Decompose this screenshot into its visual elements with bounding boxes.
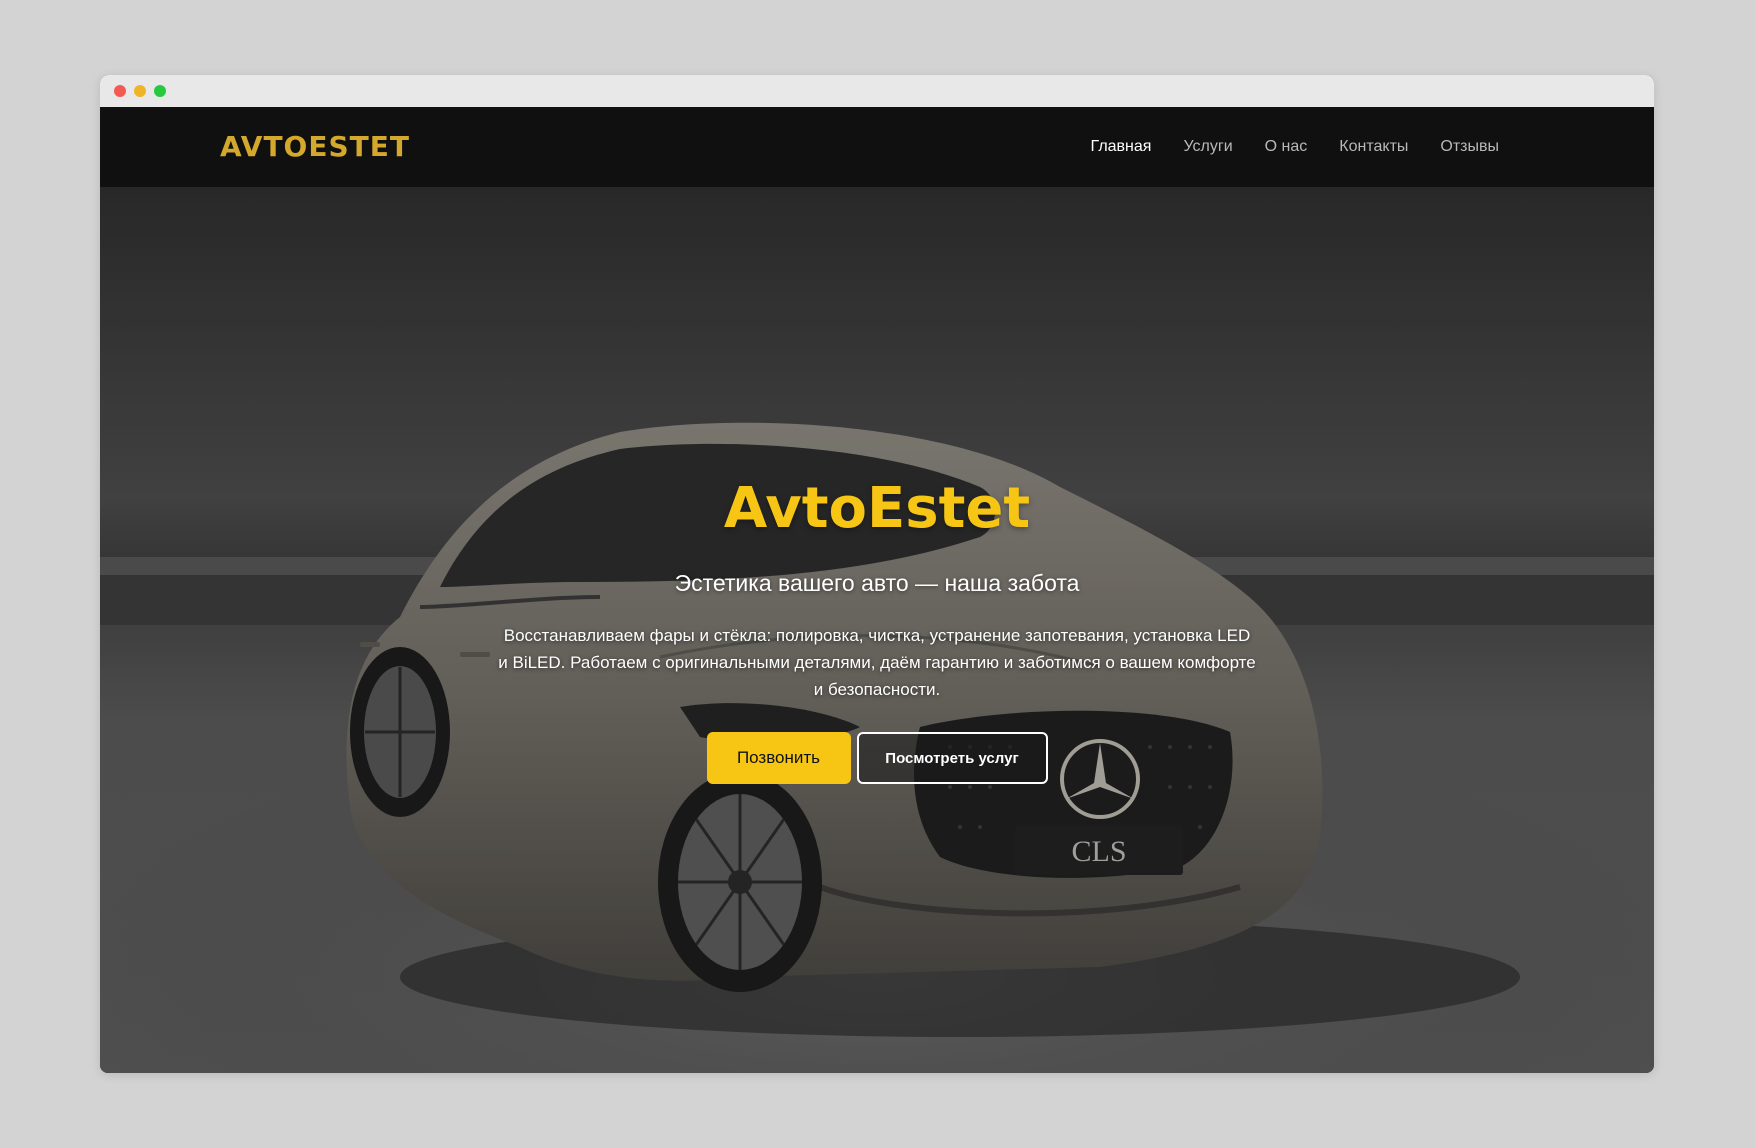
site-logo[interactable]: AVTOESTET bbox=[220, 127, 410, 167]
hero-subtitle: Эстетика вашего авто — наша забота bbox=[674, 570, 1080, 596]
nav-link-reviews[interactable]: Отзывы bbox=[1440, 138, 1499, 156]
main-nav: Главная Услуги О нас Контакты Отзывы bbox=[1091, 107, 1499, 187]
window-titlebar bbox=[100, 75, 1654, 107]
maximize-window-icon[interactable] bbox=[154, 85, 166, 97]
close-window-icon[interactable] bbox=[114, 85, 126, 97]
hero-content: AvtoEstet Эстетика вашего авто — наша за… bbox=[100, 187, 1654, 1073]
browser-window: AVTOESTET Главная Услуги О нас Контакты … bbox=[100, 75, 1654, 1073]
nav-link-services[interactable]: Услуги bbox=[1183, 138, 1232, 156]
view-services-button[interactable]: Посмотреть услуг bbox=[856, 732, 1048, 784]
call-button[interactable]: Позвонить bbox=[706, 732, 851, 784]
hero-section: CLS AvtoEstet Эстетика вашего авто — наш… bbox=[100, 187, 1654, 1073]
nav-link-about[interactable]: О нас bbox=[1265, 138, 1308, 156]
nav-link-contacts[interactable]: Контакты bbox=[1339, 138, 1408, 156]
hero-buttons: Позвонить Посмотреть услуг bbox=[100, 732, 1654, 784]
hero-description: Восстанавливаем фары и стёкла: полировка… bbox=[498, 626, 1256, 699]
nav-link-home[interactable]: Главная bbox=[1091, 138, 1152, 156]
hero-title: AvtoEstet bbox=[723, 476, 1031, 541]
site-header: AVTOESTET Главная Услуги О нас Контакты … bbox=[100, 107, 1654, 187]
minimize-window-icon[interactable] bbox=[134, 85, 146, 97]
